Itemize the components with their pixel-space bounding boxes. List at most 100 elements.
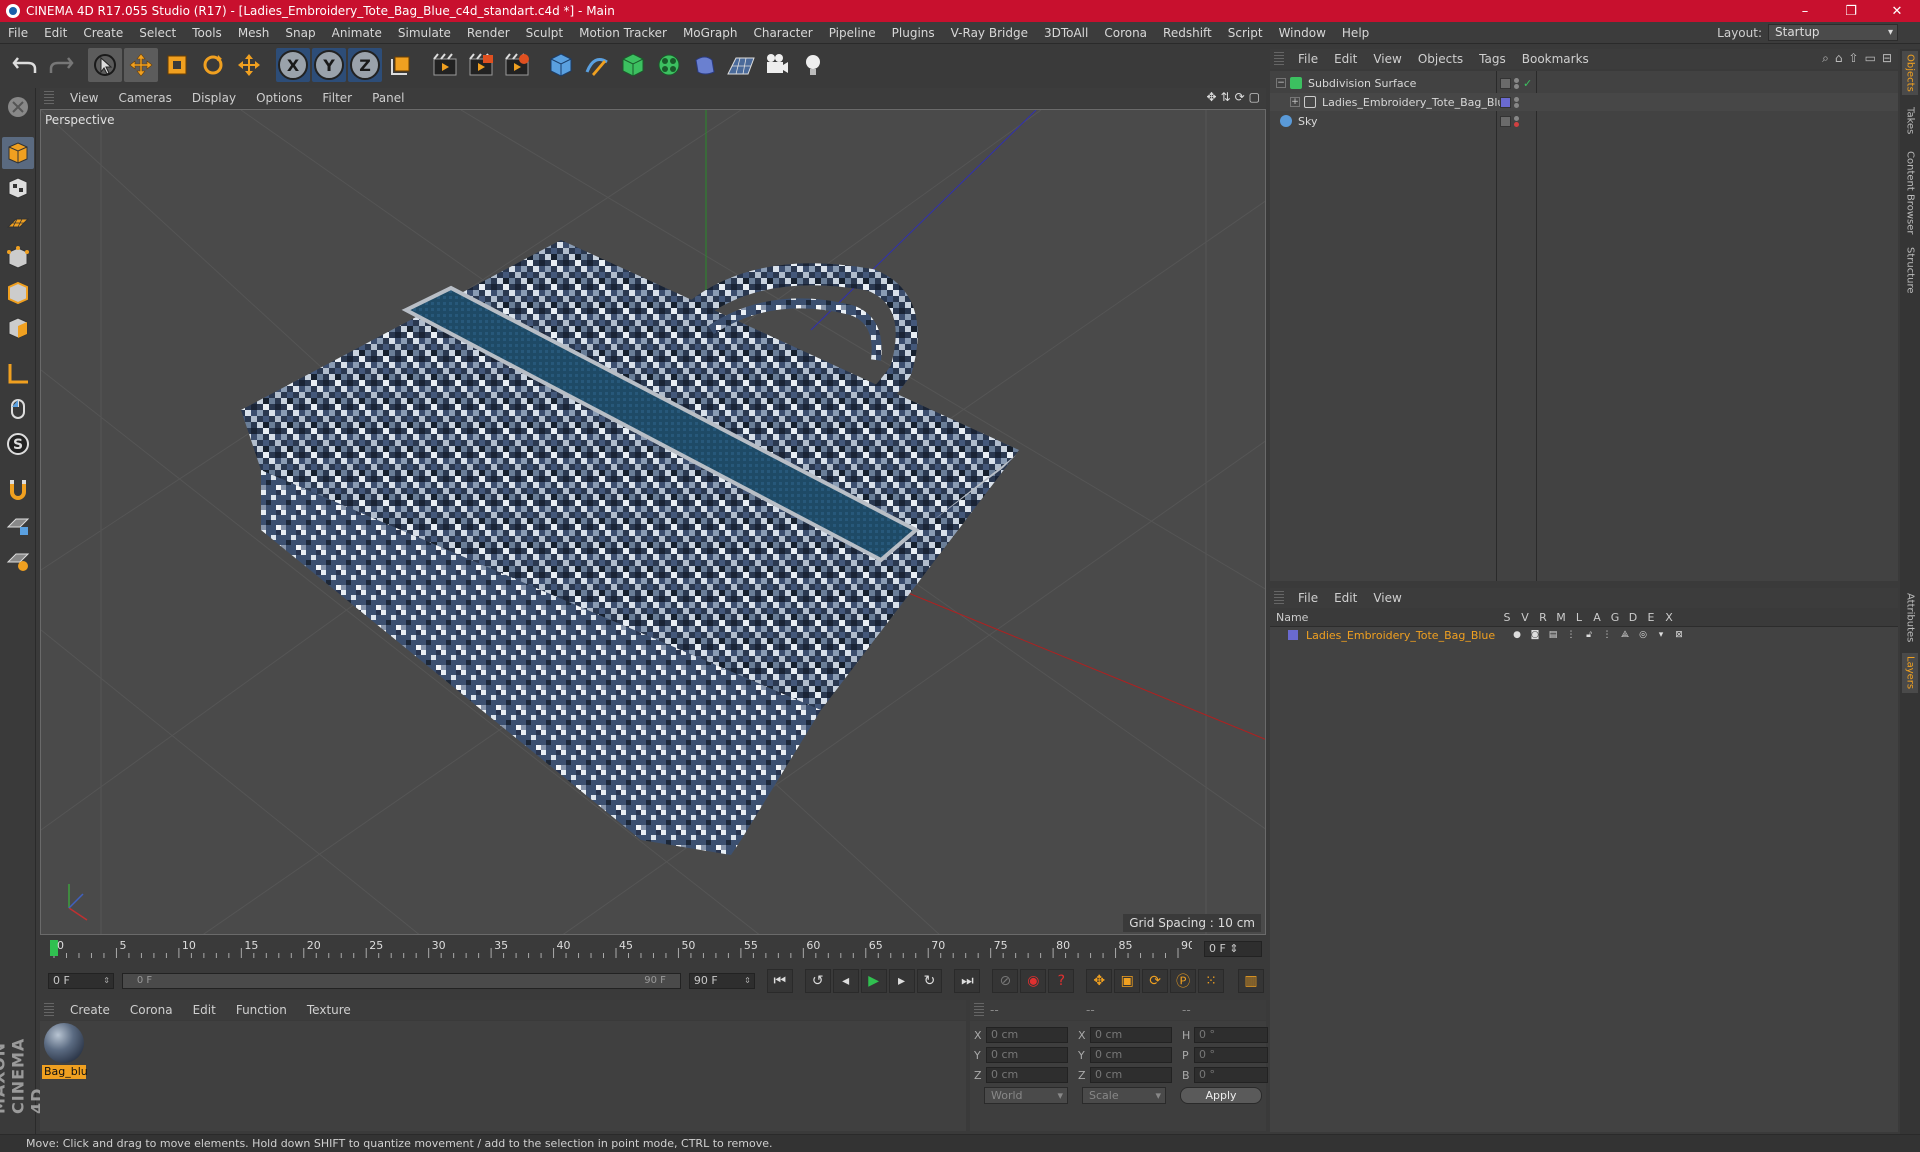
points-mode-icon[interactable] <box>2 242 34 274</box>
tab-content-browser[interactable]: Content Browser <box>1902 147 1918 239</box>
new-window-icon[interactable]: ▭ <box>1865 51 1876 66</box>
layer-checkbox-icon[interactable] <box>1500 77 1511 89</box>
current-frame-field[interactable]: 0 F ⇕ <box>1204 941 1262 957</box>
key-rotation-icon[interactable]: ⟳ <box>1142 969 1169 993</box>
menu-motion-tracker[interactable]: Motion Tracker <box>571 26 675 40</box>
start-frame-field[interactable]: 0 F ⇕ <box>48 973 114 989</box>
rotation-h-field[interactable]: 0 ° <box>1194 1027 1268 1043</box>
position-z-field[interactable]: 0 cm <box>986 1067 1068 1083</box>
camera-icon[interactable] <box>760 48 794 82</box>
menu-sculpt[interactable]: Sculpt <box>518 26 571 40</box>
objects-menu-edit[interactable]: Edit <box>1326 52 1365 66</box>
objects-menu-file[interactable]: File <box>1290 52 1326 66</box>
play-icon[interactable]: ▶ <box>860 969 887 993</box>
panel-grip[interactable] <box>1274 591 1284 605</box>
material-menu-function[interactable]: Function <box>226 1003 297 1017</box>
material-thumbnail[interactable]: Bag_blu <box>42 1023 88 1079</box>
position-y-field[interactable]: 0 cm <box>986 1047 1068 1063</box>
material-menu-edit[interactable]: Edit <box>183 1003 226 1017</box>
menu-create[interactable]: Create <box>75 26 131 40</box>
texture-mode-icon[interactable] <box>2 172 34 204</box>
record-keys-icon[interactable]: ⊘ <box>992 969 1019 993</box>
axis-y-button[interactable]: Y <box>312 48 346 82</box>
undo-icon[interactable] <box>8 48 42 82</box>
workplane-mode-icon[interactable] <box>2 207 34 239</box>
view-toggle-icon[interactable]: ◙ <box>1526 630 1544 640</box>
model-mode-icon[interactable] <box>2 137 34 169</box>
timeline[interactable]: 0 5 10 15 20 25 30 35 40 45 50 55 60 65 70 75 80 85 90 0 F… <box>40 938 1266 960</box>
menu-tools[interactable]: Tools <box>184 26 230 40</box>
panel-grip[interactable] <box>44 1003 54 1017</box>
layer-checkbox-icon[interactable] <box>1500 115 1511 127</box>
panel-grip[interactable] <box>1274 52 1284 66</box>
floor-icon[interactable] <box>724 48 758 82</box>
viewport-menu-panel[interactable]: Panel <box>362 91 414 105</box>
viewport-menu-options[interactable]: Options <box>246 91 312 105</box>
layer-row[interactable]: Ladies_Embroidery_Tote_Bag_Blue ● ◙ ▤ ⋮ … <box>1270 627 1898 643</box>
axis-x-button[interactable]: X <box>276 48 310 82</box>
rotation-p-field[interactable]: 0 ° <box>1194 1047 1268 1063</box>
enabled-check-icon[interactable]: ✓ <box>1523 77 1532 90</box>
expressions-toggle-icon[interactable]: ▾ <box>1652 630 1670 640</box>
next-frame-icon[interactable]: ▸ <box>888 969 915 993</box>
generators-toggle-icon[interactable]: ⟁ <box>1616 630 1634 640</box>
timeline-ruler[interactable]: 0 5 10 15 20 25 30 35 40 45 50 55 60 65 70 75 80 85 90 <box>48 938 1192 960</box>
tab-takes[interactable]: Takes <box>1902 103 1918 139</box>
key-scale-icon[interactable]: ▣ <box>1114 969 1141 993</box>
auto-key-icon[interactable]: ◉ <box>1020 969 1047 993</box>
layout-dropdown[interactable]: Startup <box>1768 24 1898 41</box>
edges-mode-icon[interactable] <box>2 277 34 309</box>
light-icon[interactable] <box>796 48 830 82</box>
viewport-menu-filter[interactable]: Filter <box>312 91 362 105</box>
animation-toggle-icon[interactable]: ⋮ <box>1598 630 1616 640</box>
size-z-field[interactable]: 0 cm <box>1090 1067 1172 1083</box>
perspective-viewport[interactable]: Perspective Grid Spacing : 10 cm <box>40 109 1266 935</box>
solo-toggle-icon[interactable]: ● <box>1508 630 1526 640</box>
material-menu-create[interactable]: Create <box>60 1003 120 1017</box>
home-icon[interactable]: ⌂ <box>1835 51 1843 66</box>
polygons-mode-icon[interactable] <box>2 312 34 344</box>
minimize-button[interactable]: – <box>1782 0 1828 22</box>
coordinate-mode-dropdown[interactable]: World <box>984 1087 1068 1104</box>
select-icon[interactable] <box>88 48 122 82</box>
menu-vray-bridge[interactable]: V-Ray Bridge <box>943 26 1036 40</box>
axis-z-button[interactable]: Z <box>348 48 382 82</box>
up-arrow-icon[interactable]: ⇧ <box>1849 51 1859 66</box>
layers-menu-edit[interactable]: Edit <box>1326 591 1365 605</box>
menu-mograph[interactable]: MoGraph <box>675 26 746 40</box>
object-name[interactable]: Subdivision Surface <box>1308 77 1416 90</box>
scale-icon[interactable] <box>160 48 194 82</box>
layer-color-icon[interactable] <box>1500 96 1511 108</box>
search-icon[interactable]: ⌕ <box>1822 51 1829 66</box>
frame-range-slider[interactable]: 0 F 90 F <box>121 973 681 989</box>
visibility-dots-icon[interactable] <box>1514 77 1520 89</box>
timeline-window-icon[interactable]: ▥ <box>1238 969 1264 993</box>
pen-icon[interactable] <box>580 48 614 82</box>
menu-animate[interactable]: Animate <box>324 26 390 40</box>
tab-objects[interactable]: Objects <box>1902 51 1918 95</box>
visibility-dots-icon[interactable] <box>1514 115 1520 127</box>
axis-mode-icon[interactable] <box>2 358 34 390</box>
material-menu-corona[interactable]: Corona <box>120 1003 183 1017</box>
maximize-button[interactable]: ❐ <box>1828 0 1874 22</box>
rotate-icon[interactable] <box>196 48 230 82</box>
menu-file[interactable]: File <box>0 26 36 40</box>
layers-menu-view[interactable]: View <box>1365 591 1409 605</box>
redo-icon[interactable] <box>44 48 78 82</box>
menu-3dtoall[interactable]: 3DToAll <box>1036 26 1096 40</box>
panel-grip[interactable] <box>974 1003 984 1017</box>
menu-redshift[interactable]: Redshift <box>1155 26 1220 40</box>
coordinate-system-icon[interactable] <box>384 48 418 82</box>
render-toggle-icon[interactable]: ▤ <box>1544 630 1562 640</box>
viewport-menu-display[interactable]: Display <box>182 91 246 105</box>
object-row-tote-bag[interactable]: + Ladies_Embroidery_Tote_Bag_Blue <box>1270 93 1898 111</box>
menu-character[interactable]: Character <box>745 26 820 40</box>
go-to-start-icon[interactable]: ⏮ <box>766 969 793 993</box>
menu-mesh[interactable]: Mesh <box>230 26 278 40</box>
snap-icon[interactable] <box>2 474 34 506</box>
objects-menu-view[interactable]: View <box>1365 52 1409 66</box>
collapse-icon[interactable]: ⊟ <box>1882 51 1892 66</box>
cube-icon[interactable] <box>544 48 578 82</box>
previous-frame-icon[interactable]: ◂ <box>832 969 859 993</box>
deformer-icon[interactable] <box>688 48 722 82</box>
